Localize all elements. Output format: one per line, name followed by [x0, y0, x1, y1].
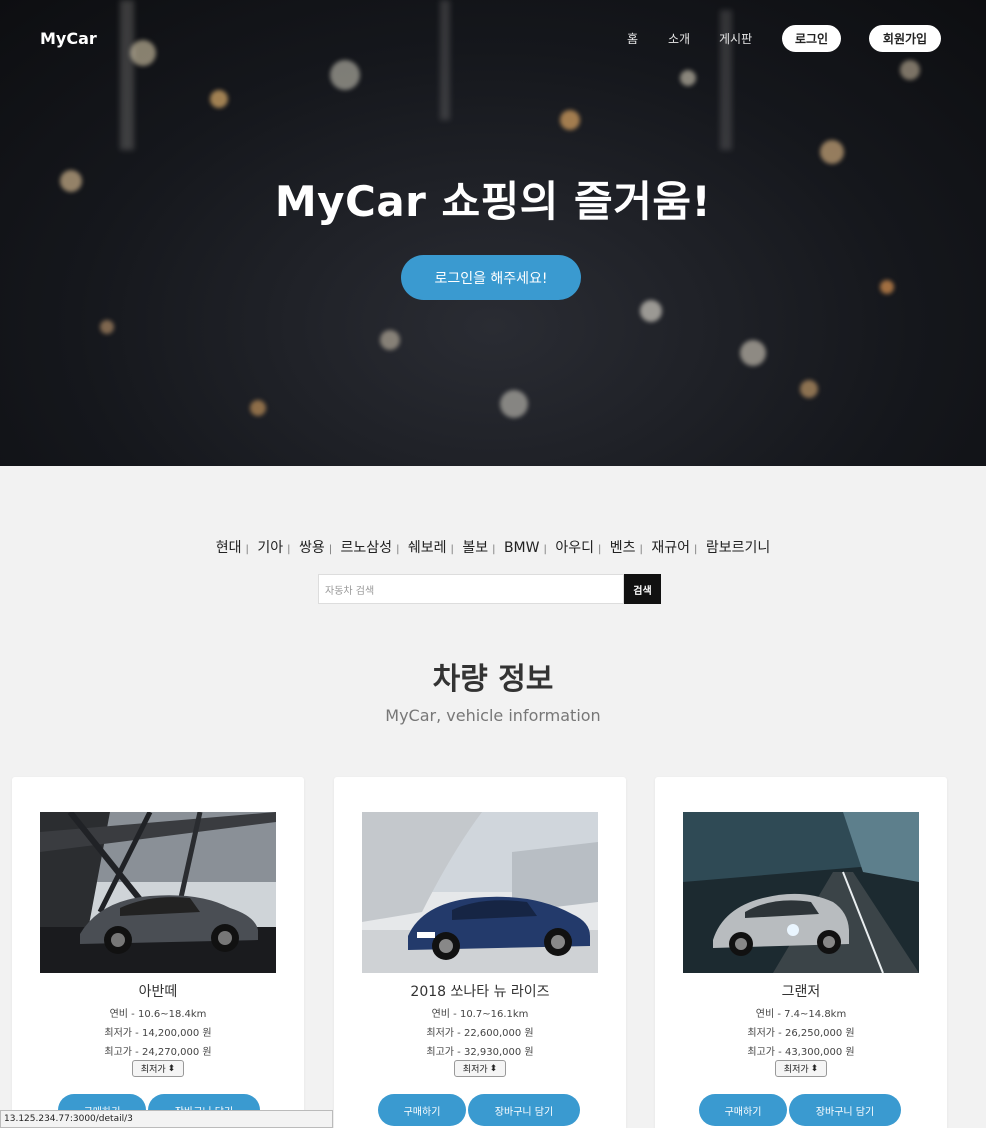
brand-link-renault-samsung[interactable]: 르노삼성: [341, 540, 393, 556]
signup-button[interactable]: 회원가입: [869, 25, 941, 52]
search-input[interactable]: 자동차 검색: [318, 574, 624, 604]
car-min-price: 최저가 - 14,200,000 원: [104, 1028, 212, 1039]
buy-button[interactable]: 구매하기: [378, 1094, 466, 1126]
sort-select-value: 최저가: [783, 1065, 809, 1075]
car-mileage: 연비 - 10.6~18.4km: [109, 1009, 207, 1020]
car-photo[interactable]: [362, 812, 598, 973]
brand-link-hyundai[interactable]: 현대: [216, 540, 242, 556]
nav-link-board[interactable]: 게시판: [719, 30, 752, 47]
car-card-avante: 아반떼 연비 - 10.6~18.4km 최저가 - 14,200,000 원 …: [12, 777, 304, 1128]
hero-title: MyCar 쇼핑의 즐거움!: [274, 177, 712, 226]
car-mileage: 연비 - 10.7~16.1km: [431, 1009, 529, 1020]
car-card-grandeur: 그랜저 연비 - 7.4~14.8km 최저가 - 26,250,000 원 최…: [655, 777, 947, 1128]
brand-link-bmw[interactable]: BMW: [504, 540, 540, 556]
brand-link-lamborghini[interactable]: 람보르기니: [706, 540, 770, 556]
sort-select[interactable]: 최저가 ⬍: [454, 1060, 506, 1077]
car-name: 2018 쏘나타 뉴 라이즈: [410, 984, 550, 1000]
brand-link-jaguar[interactable]: 재규어: [651, 540, 690, 556]
section-subtitle: MyCar, vehicle information: [385, 706, 601, 725]
brand-filter-list: 현대 | 기아 | 쌍용 | 르노삼성 | 쉐보레 | 볼보 | BMW | 아우디 | 벤츠 |…: [215, 540, 771, 556]
nav-link-home[interactable]: 홈: [627, 30, 638, 47]
section-title: 차량 정보: [432, 662, 554, 697]
car-max-price: 최고가 - 24,270,000 원: [104, 1047, 212, 1058]
logo[interactable]: MyCar: [40, 29, 97, 48]
car-mileage: 연비 - 7.4~14.8km: [755, 1009, 847, 1020]
brand-link-kia[interactable]: 기아: [257, 540, 283, 556]
sort-select[interactable]: 최저가 ⬍: [132, 1060, 184, 1077]
car-photo[interactable]: [40, 812, 276, 973]
brand-link-ssangyong[interactable]: 쌍용: [299, 540, 325, 556]
brand-link-chevrolet[interactable]: 쉐보레: [408, 540, 447, 556]
car-max-price: 최고가 - 43,300,000 원: [747, 1047, 855, 1058]
car-name: 아반떼: [138, 984, 178, 1000]
login-button[interactable]: 로그인: [782, 25, 841, 52]
car-min-price: 최저가 - 26,250,000 원: [747, 1028, 855, 1039]
login-prompt-button[interactable]: 로그인을 해주세요!: [401, 255, 581, 300]
car-photo[interactable]: [683, 812, 919, 973]
status-bar-url: 13.125.234.77:3000/detail/3: [0, 1110, 333, 1128]
car-name: 그랜저: [781, 984, 821, 1000]
car-max-price: 최고가 - 32,930,000 원: [426, 1047, 534, 1058]
add-to-cart-button[interactable]: 장바구니 담기: [468, 1094, 580, 1126]
nav-link-about[interactable]: 소개: [668, 30, 690, 47]
brand-link-volvo[interactable]: 볼보: [462, 540, 488, 556]
sort-select-value: 최저가: [462, 1065, 488, 1075]
brand-link-benz[interactable]: 벤츠: [610, 540, 636, 556]
up-down-arrow-icon: ⬍: [810, 1063, 819, 1074]
search-button[interactable]: 검색: [624, 574, 661, 604]
hero-banner: MyCar 홈 소개 게시판 로그인 회원가입 MyCar 쇼핑의 즐거움! 로…: [0, 0, 986, 466]
car-card-sonata: 2018 쏘나타 뉴 라이즈 연비 - 10.7~16.1km 최저가 - 22…: [334, 777, 626, 1128]
brand-link-audi[interactable]: 아우디: [555, 540, 594, 556]
up-down-arrow-icon: ⬍: [167, 1063, 176, 1074]
sort-select[interactable]: 최저가 ⬍: [775, 1060, 827, 1077]
car-min-price: 최저가 - 22,600,000 원: [426, 1028, 534, 1039]
sort-select-value: 최저가: [140, 1065, 166, 1075]
add-to-cart-button[interactable]: 장바구니 담기: [789, 1094, 901, 1126]
up-down-arrow-icon: ⬍: [489, 1063, 498, 1074]
buy-button[interactable]: 구매하기: [699, 1094, 787, 1126]
